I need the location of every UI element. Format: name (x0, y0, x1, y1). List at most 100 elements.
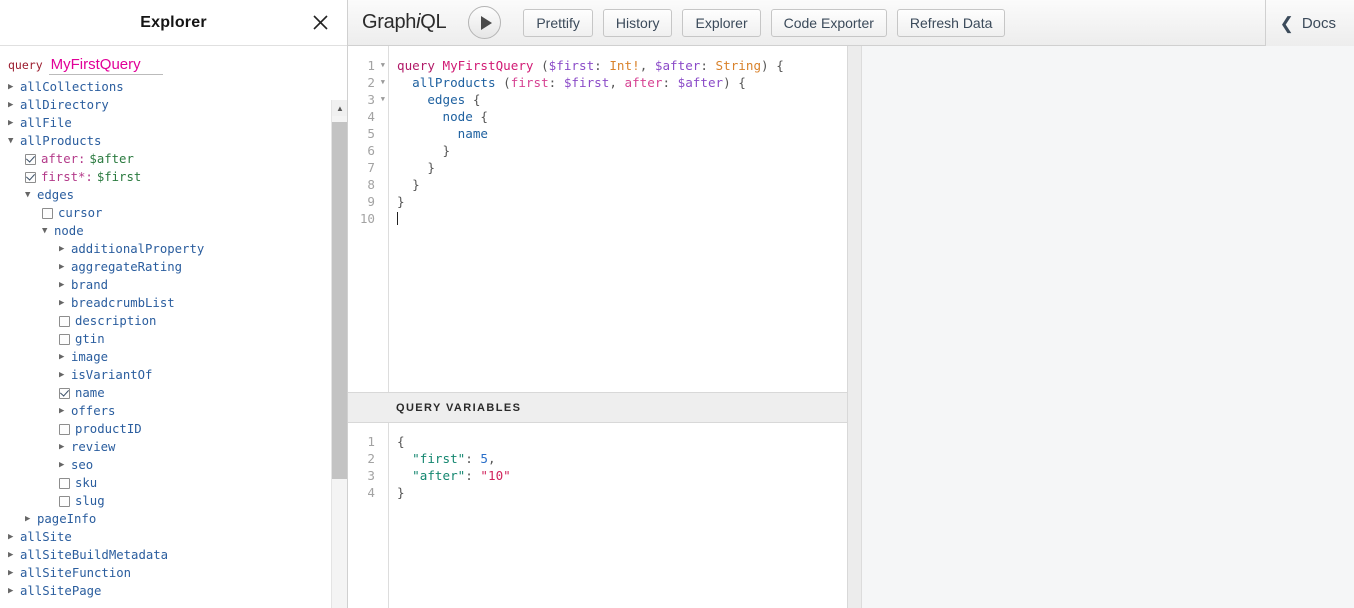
query-variables-header[interactable]: QUERY VARIABLES (348, 393, 847, 423)
query-name-input[interactable]: MyFirstQuery (48, 56, 163, 75)
query-code-lines[interactable]: query MyFirstQuery ($first: Int!, $after… (397, 57, 847, 227)
explorer-button[interactable]: Explorer (682, 8, 761, 37)
code-line: } (397, 193, 847, 210)
fold-toggle-icon[interactable]: ▼ (381, 91, 385, 108)
checkbox-wrap[interactable] (59, 315, 75, 327)
tree-item-allcollections[interactable]: allCollections (8, 78, 347, 96)
tree-item-after[interactable]: after: $after (8, 150, 347, 168)
tree-item-image[interactable]: image (8, 348, 347, 366)
triangle-right-icon[interactable] (8, 114, 20, 132)
triangle-right-icon[interactable] (8, 564, 20, 582)
code-line: } (397, 176, 847, 193)
tree-item-allproducts[interactable]: allProducts (8, 132, 347, 150)
tree-item-productid[interactable]: productID (8, 420, 347, 438)
tree-item-aggregaterating[interactable]: aggregateRating (8, 258, 347, 276)
triangle-down-icon[interactable] (25, 186, 37, 204)
triangle-down-icon[interactable] (42, 222, 54, 240)
triangle-right-icon[interactable] (59, 240, 71, 258)
line-number: 1 ▼ (367, 57, 385, 74)
pane-splitter[interactable] (848, 46, 862, 608)
tree-item-label: first*: (41, 170, 93, 185)
checkbox-unchecked-icon[interactable] (59, 495, 70, 507)
query-variables-editor[interactable]: 1 2 3 4 { "first": 5, "after": "10"} (348, 423, 847, 608)
tree-item-seo[interactable]: seo (8, 456, 347, 474)
tree-item-label: isVariantOf (71, 368, 153, 383)
chevron-up-icon[interactable]: ▲ (332, 100, 347, 116)
triangle-right-icon[interactable] (59, 258, 71, 276)
checkbox-wrap[interactable] (59, 333, 75, 345)
query-keyword: query (8, 58, 43, 72)
checkbox-wrap[interactable] (59, 387, 75, 399)
docs-button[interactable]: ❮ Docs (1264, 0, 1354, 46)
tree-item-sku[interactable]: sku (8, 474, 347, 492)
checkbox-unchecked-icon[interactable] (59, 333, 70, 345)
triangle-down-icon[interactable] (8, 132, 20, 150)
code-token: : (465, 468, 481, 483)
checkbox-wrap[interactable] (59, 477, 75, 489)
checkbox-wrap[interactable] (59, 495, 75, 507)
triangle-right-icon[interactable] (25, 510, 37, 528)
checkbox-unchecked-icon[interactable] (59, 477, 70, 489)
tree-item-allsitepage[interactable]: allSitePage (8, 582, 347, 600)
checkbox-wrap[interactable] (59, 423, 75, 435)
checkbox-wrap[interactable] (25, 171, 41, 183)
tree-item-slug[interactable]: slug (8, 492, 347, 510)
tree-item-label: allFile (20, 116, 72, 131)
tree-item-allsitefunction[interactable]: allSiteFunction (8, 564, 347, 582)
tree-item-offers[interactable]: offers (8, 402, 347, 420)
tree-item-review[interactable]: review (8, 438, 347, 456)
scrollbar-thumb[interactable] (332, 122, 347, 479)
tree-item-gtin[interactable]: gtin (8, 330, 347, 348)
checkbox-wrap[interactable] (42, 207, 58, 219)
triangle-right-icon[interactable] (59, 402, 71, 420)
checkbox-checked-icon[interactable] (25, 153, 36, 165)
triangle-right-icon[interactable] (8, 96, 20, 114)
explorer-scrollbar[interactable]: ▲ ▼ (331, 100, 347, 608)
tree-item-name[interactable]: name (8, 384, 347, 402)
triangle-right-icon[interactable] (59, 294, 71, 312)
code-exporter-button[interactable]: Code Exporter (770, 8, 887, 37)
checkbox-unchecked-icon[interactable] (59, 423, 70, 435)
tree-item-allfile[interactable]: allFile (8, 114, 347, 132)
checkbox-unchecked-icon[interactable] (42, 207, 53, 219)
checkbox-checked-icon[interactable] (25, 171, 36, 183)
query-editor-code[interactable]: query MyFirstQuery ($first: Int!, $after… (348, 46, 847, 227)
checkbox-unchecked-icon[interactable] (59, 315, 70, 327)
history-button[interactable]: History (602, 8, 673, 37)
close-icon[interactable] (307, 10, 333, 36)
execute-query-button[interactable] (468, 6, 502, 39)
tree-item-additionalproperty[interactable]: additionalProperty (8, 240, 347, 258)
triangle-right-icon[interactable] (59, 276, 71, 294)
fold-toggle-icon[interactable]: ▼ (381, 57, 385, 74)
triangle-right-icon[interactable] (8, 78, 20, 96)
tree-item-alldirectory[interactable]: allDirectory (8, 96, 347, 114)
triangle-right-icon[interactable] (59, 348, 71, 366)
tree-item-breadcrumblist[interactable]: breadcrumbList (8, 294, 347, 312)
tree-item-isvariantof[interactable]: isVariantOf (8, 366, 347, 384)
tree-item-node[interactable]: node (8, 222, 347, 240)
variables-editor-code[interactable]: { "first": 5, "after": "10"} (348, 423, 847, 501)
refresh-data-button[interactable]: Refresh Data (896, 8, 1006, 37)
triangle-right-icon[interactable] (59, 456, 71, 474)
checkbox-wrap[interactable] (25, 153, 41, 165)
tree-item-allsitebuildmetadata[interactable]: allSiteBuildMetadata (8, 546, 347, 564)
triangle-right-icon[interactable] (8, 546, 20, 564)
triangle-right-icon[interactable] (59, 366, 71, 384)
checkbox-checked-icon[interactable] (59, 387, 70, 399)
triangle-right-icon[interactable] (59, 438, 71, 456)
triangle-right-icon[interactable] (8, 582, 20, 600)
tree-item-pageinfo[interactable]: pageInfo (8, 510, 347, 528)
tree-item-brand[interactable]: brand (8, 276, 347, 294)
tree-item-edges[interactable]: edges (8, 186, 347, 204)
prettify-button[interactable]: Prettify (523, 8, 593, 37)
tree-item-description[interactable]: description (8, 312, 347, 330)
fold-toggle-icon[interactable]: ▼ (381, 74, 385, 91)
tree-item-label: allProducts (20, 134, 102, 149)
tree-item-first[interactable]: first*: $first (8, 168, 347, 186)
tree-item-cursor[interactable]: cursor (8, 204, 347, 222)
variables-code-lines[interactable]: { "first": 5, "after": "10"} (397, 433, 847, 501)
tree-item-allsite[interactable]: allSite (8, 528, 347, 546)
triangle-right-icon[interactable] (8, 528, 20, 546)
query-editor[interactable]: 1 ▼ 2 ▼ 3 ▼ 4 5 6 7 8 9 10 query MyFirstQuery ($firs… (348, 46, 847, 393)
